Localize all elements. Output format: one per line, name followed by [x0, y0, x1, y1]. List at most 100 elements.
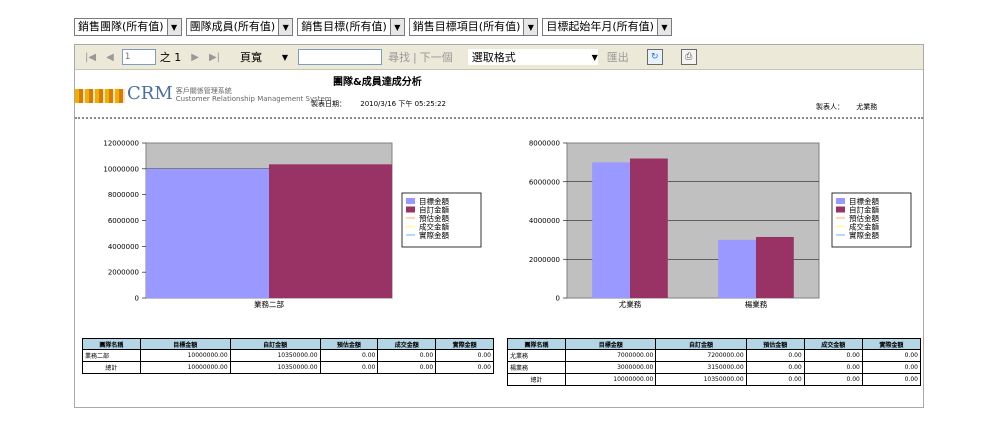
export-format-select[interactable]: 選取格式 ▼ [466, 48, 599, 66]
amount-cell: 0.00 [319, 349, 379, 362]
generated-date-label: 製表日期： [311, 100, 346, 108]
print-icon[interactable]: ⎙ [680, 49, 697, 65]
filter-sales-target-label: 銷售目標(所有值) [297, 18, 391, 36]
report-maker-value: 尤業務 [856, 103, 878, 111]
report-viewer: |◀ ◀ 1 之 1 ▶ ▶| 頁寬 ▼ 尋找 | 下一個 選取格式 ▼ 匯出 … [74, 44, 924, 408]
y-tick-label: 2000000 [108, 269, 139, 277]
bar [592, 162, 630, 298]
prev-page-icon[interactable]: ◀ [106, 52, 114, 63]
export-link[interactable]: 匯出 [607, 49, 629, 65]
chevron-down-icon[interactable]: ▼ [167, 18, 182, 36]
parameter-bar: 銷售團隊(所有值) ▼ 團隊成員(所有值) ▼ 銷售目標(所有值) ▼ 銷售目標… [74, 18, 672, 36]
amount-cell: 7200000.00 [655, 349, 747, 362]
team-summary-table: 團隊名稱 目標金額 自訂金額 預估金額 成交金額 實際金額 業務二部 10000000.00… [82, 338, 494, 374]
logo-subtitle: 客戶關係管理系統 Customer Relationship Managemen… [176, 87, 332, 103]
amount-cell: 0.00 [435, 349, 494, 362]
amount-cell: 0.00 [745, 373, 805, 386]
next-page-icon[interactable]: ▶ [191, 52, 199, 63]
refresh-icon[interactable]: ↻ [646, 49, 663, 65]
amount-cell: 0.00 [377, 349, 437, 362]
filter-start-month[interactable]: 目標起始年月(所有值) ▼ [542, 18, 672, 36]
column-header: 實際金額 [861, 338, 922, 350]
amount-cell: 7000000.00 [565, 349, 657, 362]
amount-cell: 0.00 [745, 349, 805, 362]
x-tick-label: 尤業務 [619, 299, 642, 309]
report-maker: 製表人： 尤業務 [816, 102, 887, 112]
amount-cell: 0.00 [861, 349, 922, 362]
amount-cell: 10350000.00 [229, 349, 321, 362]
charts-area: 12000000 10000000 8000000 6000000 4000000 200… [103, 140, 912, 309]
amount-cell: 0.00 [803, 361, 863, 374]
legend-label: 成交金額 [849, 222, 879, 232]
column-header: 實際金額 [435, 338, 494, 350]
bar [756, 236, 794, 298]
y-tick-label: 8000000 [529, 140, 560, 148]
find-link[interactable]: 尋找 [388, 49, 410, 65]
filter-team-member[interactable]: 團隊成員(所有值) ▼ [185, 18, 294, 36]
logo-subtitle-en: Customer Relationship Management System [175, 95, 332, 103]
y-tick-label: 8000000 [108, 191, 139, 199]
first-page-icon[interactable]: |◀ [85, 52, 96, 63]
member-summary-table: 團隊名稱 目標金額 自訂金額 預估金額 成交金額 實際金額 尤業務 7000000.00 72… [506, 338, 922, 386]
legend-swatch [836, 198, 845, 204]
chevron-down-icon[interactable]: ▼ [390, 18, 405, 36]
y-tick-label: 12000000 [103, 140, 139, 148]
column-header: 成交金額 [803, 338, 863, 350]
find-input[interactable] [298, 49, 383, 65]
y-tick-label: 2000000 [529, 256, 560, 264]
bar [630, 158, 668, 298]
column-header: 自訂金額 [655, 338, 747, 350]
y-tick-label: 0 [556, 295, 560, 303]
legend-label: 成交金額 [419, 222, 449, 232]
filter-team-member-label: 團隊成員(所有值) [185, 18, 280, 36]
y-tick-label: 4000000 [529, 217, 560, 225]
legend-label: 自訂金額 [849, 205, 879, 215]
bar [269, 164, 392, 298]
filter-sales-team-label: 銷售團隊(所有值) [74, 18, 168, 36]
table-row: 總計 10000000.00 10350000.00 0.00 0.00 0.00 [82, 361, 494, 374]
table-row: 總計 10000000.00 10350000.00 0.00 0.00 0.00 [506, 373, 922, 386]
divider [75, 117, 923, 119]
chevron-down-icon[interactable]: ▼ [657, 18, 672, 36]
bar [718, 239, 756, 298]
separator: | [413, 50, 417, 64]
table-row: 楊業務 3000000.00 3150000.00 0.00 0.00 0.00 [506, 361, 922, 374]
filter-sales-team[interactable]: 銷售團隊(所有值) ▼ [74, 18, 182, 36]
page-number-input[interactable]: 1 [121, 49, 156, 65]
generated-date-value: 2010/3/16 下午 05:25:22 [360, 100, 447, 108]
filter-sales-target[interactable]: 銷售目標(所有值) ▼ [297, 18, 405, 36]
amount-cell: 3150000.00 [655, 361, 747, 374]
zoom-select[interactable]: 頁寬 ▼ [240, 49, 288, 65]
row-name-cell: 尤業務 [506, 349, 567, 362]
last-page-icon[interactable]: ▶| [209, 52, 220, 63]
filter-target-item[interactable]: 銷售目標項目(所有值) ▼ [408, 18, 539, 36]
legend-label: 目標金額 [849, 196, 879, 206]
logo-text: CRM [127, 83, 173, 104]
chevron-down-icon: ▼ [591, 52, 598, 62]
amount-cell: 10000000.00 [565, 373, 657, 386]
y-tick-label: 6000000 [108, 217, 139, 225]
column-header: 團隊名稱 [506, 338, 567, 350]
amount-cell: 0.00 [861, 373, 922, 386]
x-tick-label: 業務二部 [254, 299, 284, 309]
legend-label: 預估金額 [849, 213, 879, 223]
amount-cell: 0.00 [435, 361, 494, 374]
report-toolbar: |◀ ◀ 1 之 1 ▶ ▶| 頁寬 ▼ 尋找 | 下一個 選取格式 ▼ 匯出 … [75, 45, 923, 70]
amount-cell: 0.00 [745, 361, 805, 374]
amount-cell: 10350000.00 [655, 373, 747, 386]
chevron-down-icon[interactable]: ▼ [524, 18, 539, 36]
amount-cell: 0.00 [377, 361, 437, 374]
y-tick-label: 10000000 [103, 165, 139, 173]
amount-cell: 0.00 [803, 349, 863, 362]
legend-label: 實際金額 [849, 230, 879, 240]
find-next-link[interactable]: 下一個 [420, 49, 453, 65]
legend-label: 目標金額 [419, 196, 449, 206]
table-header-row: 團隊名稱 目標金額 自訂金額 預估金額 成交金額 實際金額 [82, 338, 494, 350]
bar [146, 168, 269, 298]
chevron-down-icon[interactable]: ▼ [279, 18, 294, 36]
zoom-value: 頁寬 [240, 51, 263, 64]
amount-cell: 0.00 [861, 361, 922, 374]
legend-swatch [406, 198, 415, 204]
report-title: 團隊&成員達成分析 [333, 77, 422, 88]
row-name-cell: 楊業務 [506, 361, 567, 374]
